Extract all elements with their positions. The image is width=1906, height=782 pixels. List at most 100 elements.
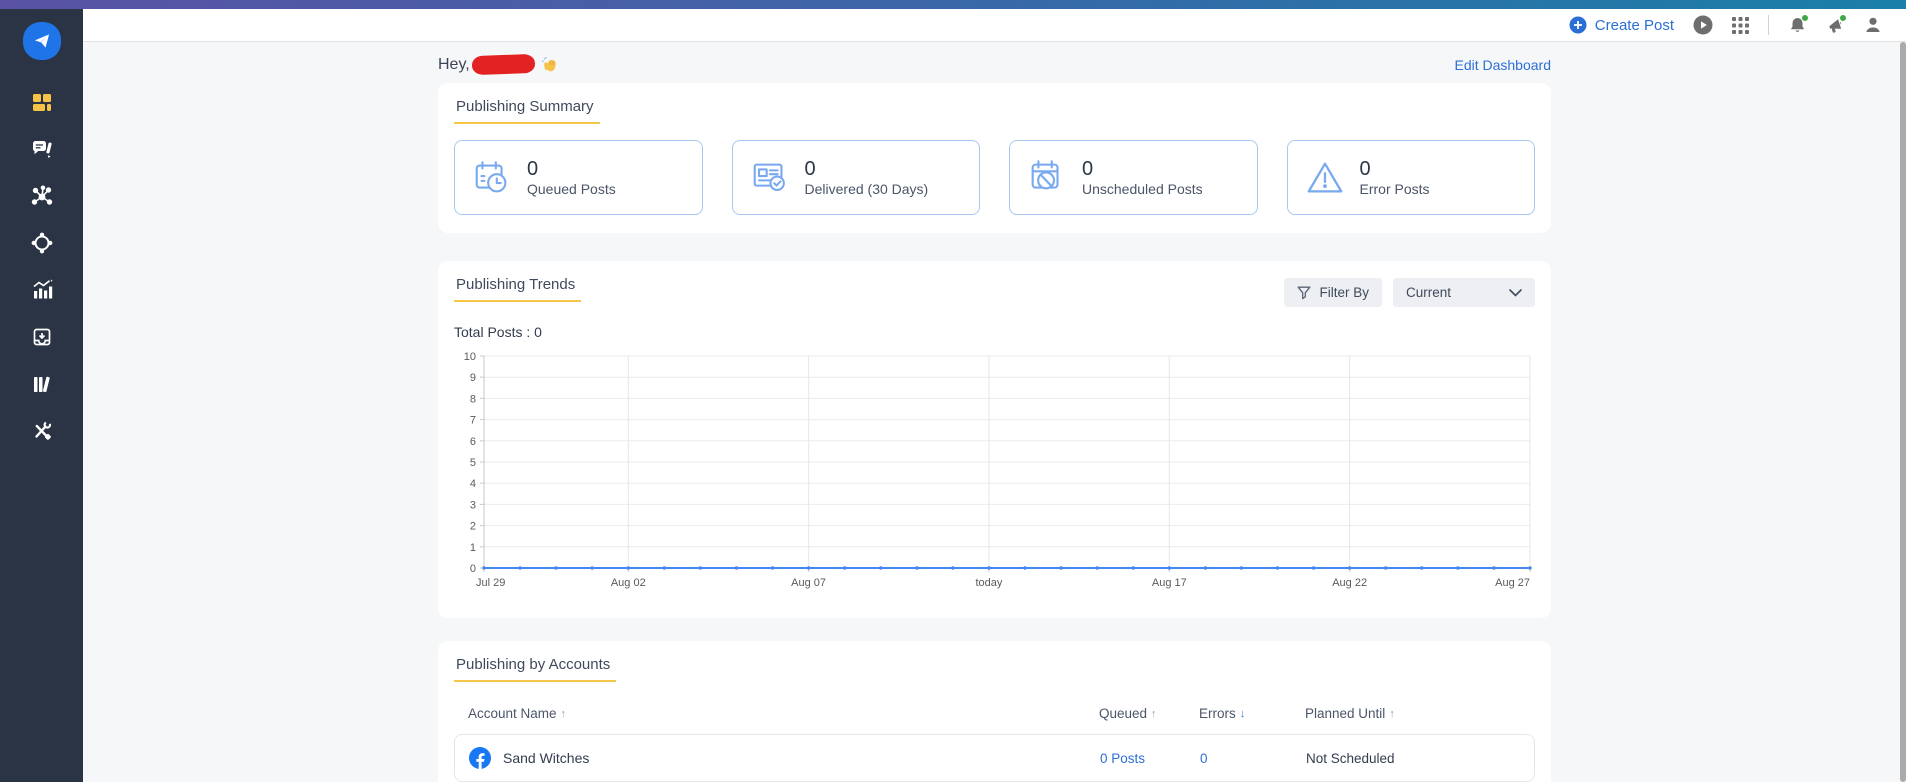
column-planned-until[interactable]: Planned Until ↑ bbox=[1295, 706, 1535, 721]
svg-text:10: 10 bbox=[464, 351, 476, 363]
social-network-icon bbox=[30, 184, 54, 208]
dashboard-grid-icon bbox=[30, 90, 54, 114]
play-button[interactable] bbox=[1693, 15, 1713, 35]
publishing-trends-title: Publishing Trends bbox=[454, 276, 581, 302]
publishing-summary-title: Publishing Summary bbox=[454, 98, 600, 124]
column-label: Queued bbox=[1099, 706, 1147, 721]
greeting-text: Hey, bbox=[438, 56, 470, 74]
stat-delivered[interactable]: 0 Delivered (30 Days) bbox=[732, 140, 981, 215]
svg-text:8: 8 bbox=[470, 393, 476, 405]
stat-value: 0 bbox=[1082, 158, 1203, 181]
inbox-icon bbox=[30, 325, 54, 349]
stat-unscheduled-posts[interactable]: 0 Unscheduled Posts bbox=[1009, 140, 1258, 215]
sidebar bbox=[0, 9, 83, 782]
svg-text:Aug 17: Aug 17 bbox=[1152, 577, 1187, 589]
notifications-button[interactable] bbox=[1788, 16, 1807, 35]
column-label: Errors bbox=[1199, 706, 1236, 721]
accounts-table-header: Account Name ↑ Queued ↑ Errors ↓ Planned… bbox=[454, 706, 1535, 721]
sidebar-item-social[interactable] bbox=[22, 184, 62, 208]
account-name: Sand Witches bbox=[503, 750, 589, 766]
svg-text:5: 5 bbox=[470, 457, 476, 469]
stat-value: 0 bbox=[1360, 158, 1430, 181]
tools-icon bbox=[30, 419, 54, 443]
analytics-chart-icon bbox=[30, 278, 54, 302]
sidebar-nav bbox=[22, 90, 62, 443]
calendar-blocked-icon bbox=[1026, 157, 1068, 199]
svg-text:1: 1 bbox=[470, 542, 476, 554]
stat-error-posts[interactable]: 0 Error Posts bbox=[1287, 140, 1536, 215]
paper-plane-icon bbox=[32, 31, 52, 51]
svg-text:3: 3 bbox=[470, 499, 476, 511]
planner-circle-icon bbox=[30, 231, 54, 255]
column-queued[interactable]: Queued ↑ bbox=[1089, 706, 1189, 721]
create-post-button[interactable]: Create Post bbox=[1569, 16, 1674, 34]
greeting-row: Hey, bbox=[438, 55, 1551, 74]
publishing-summary-card: Publishing Summary 0 bbox=[438, 83, 1551, 233]
planned-until-value: Not Scheduled bbox=[1296, 751, 1536, 766]
svg-text:Aug 07: Aug 07 bbox=[791, 577, 826, 589]
svg-text:Jul 29: Jul 29 bbox=[476, 577, 505, 589]
sort-arrow-icon: ↑ bbox=[561, 708, 567, 720]
redacted-username bbox=[471, 54, 535, 75]
stat-value: 0 bbox=[805, 158, 929, 181]
svg-text:Aug 02: Aug 02 bbox=[611, 577, 646, 589]
greeting: Hey, bbox=[438, 55, 559, 74]
app-window: Create Post bbox=[0, 0, 1906, 782]
stat-queued-posts[interactable]: 0 Queued Posts bbox=[454, 140, 703, 215]
filter-by-label: Filter By bbox=[1319, 285, 1369, 300]
stat-label: Unscheduled Posts bbox=[1082, 181, 1203, 197]
announcements-button[interactable] bbox=[1826, 16, 1845, 35]
svg-text:0: 0 bbox=[470, 563, 476, 575]
warning-triangle-icon bbox=[1304, 157, 1346, 199]
notification-status-dot bbox=[1801, 14, 1809, 22]
publishing-trends-card: Publishing Trends Filter By Current bbox=[438, 261, 1551, 618]
sidebar-item-analytics[interactable] bbox=[22, 278, 62, 302]
filter-by-button[interactable]: Filter By bbox=[1284, 278, 1382, 307]
profile-button[interactable] bbox=[1864, 16, 1882, 34]
sidebar-item-media-library[interactable] bbox=[22, 372, 62, 396]
chevron-down-icon bbox=[1509, 289, 1522, 297]
column-label: Planned Until bbox=[1305, 706, 1385, 721]
svg-text:2: 2 bbox=[470, 521, 476, 533]
funnel-icon bbox=[1297, 286, 1311, 300]
column-label: Account Name bbox=[468, 706, 557, 721]
column-errors[interactable]: Errors ↓ bbox=[1189, 706, 1295, 721]
queued-posts-link[interactable]: 0 Posts bbox=[1090, 751, 1190, 766]
total-posts-label: Total Posts : 0 bbox=[454, 324, 1535, 340]
app-logo[interactable] bbox=[23, 22, 61, 60]
svg-text:6: 6 bbox=[470, 436, 476, 448]
sidebar-item-compose[interactable] bbox=[22, 137, 62, 161]
sort-arrow-icon: ↓ bbox=[1240, 708, 1246, 720]
stat-label: Error Posts bbox=[1360, 181, 1430, 197]
create-post-label: Create Post bbox=[1595, 17, 1674, 34]
line-chart: 012345678910Jul 29Aug 02Aug 07todayAug 1… bbox=[454, 346, 1535, 596]
errors-link[interactable]: 0 bbox=[1190, 751, 1296, 766]
sidebar-item-inbox[interactable] bbox=[22, 325, 62, 349]
main-content: Hey, bbox=[83, 42, 1906, 782]
svg-text:9: 9 bbox=[470, 372, 476, 384]
waving-hand-emoji bbox=[541, 56, 559, 74]
edit-dashboard-link[interactable]: Edit Dashboard bbox=[1454, 57, 1551, 73]
apps-grid-button[interactable] bbox=[1732, 17, 1749, 34]
stat-label: Delivered (30 Days) bbox=[805, 181, 929, 197]
svg-text:7: 7 bbox=[470, 415, 476, 427]
facebook-icon bbox=[469, 747, 491, 769]
sidebar-item-dashboard[interactable] bbox=[22, 90, 62, 114]
svg-text:today: today bbox=[976, 577, 1003, 589]
vertical-scrollbar[interactable] bbox=[1900, 42, 1906, 782]
sidebar-item-planner[interactable] bbox=[22, 231, 62, 255]
stats-row: 0 Queued Posts bbox=[454, 140, 1535, 215]
period-select[interactable]: Current bbox=[1393, 278, 1535, 307]
document-check-icon bbox=[749, 157, 791, 199]
profile-icon bbox=[1864, 16, 1882, 34]
account-row[interactable]: Sand Witches 0 Posts 0 Not Scheduled bbox=[454, 734, 1535, 782]
sort-arrow-icon: ↑ bbox=[1151, 708, 1157, 720]
stat-value: 0 bbox=[527, 158, 616, 181]
header-divider bbox=[1768, 15, 1769, 35]
publishing-by-accounts-card: Publishing by Accounts Account Name ↑ Qu… bbox=[438, 641, 1551, 782]
stat-label: Queued Posts bbox=[527, 181, 616, 197]
sidebar-item-tools[interactable] bbox=[22, 419, 62, 443]
sort-arrow-icon: ↑ bbox=[1389, 708, 1395, 720]
svg-text:Aug 27: Aug 27 bbox=[1495, 577, 1530, 589]
column-account-name[interactable]: Account Name ↑ bbox=[454, 706, 1089, 721]
